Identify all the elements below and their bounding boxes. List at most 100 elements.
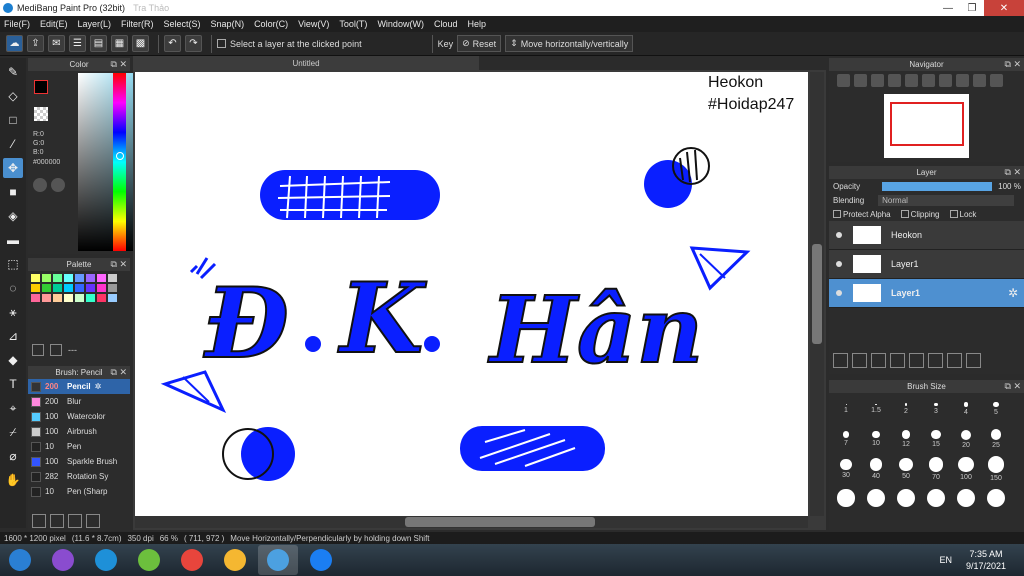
operation-tool-icon[interactable]: ⌖ (3, 398, 23, 418)
bucket-tool-icon[interactable]: ◈ (3, 206, 23, 226)
palette-swatch[interactable] (42, 294, 51, 302)
panel-close-icon[interactable]: ⧉ ✕ (1005, 167, 1021, 178)
menu-window[interactable]: Window(W) (377, 19, 424, 29)
taskbar-visual-studio[interactable] (43, 545, 83, 575)
menu-layer[interactable]: Layer(L) (78, 19, 112, 29)
palette-swatch[interactable] (97, 274, 106, 282)
close-icon[interactable]: ✕ (984, 0, 1024, 16)
new-halftone-layer-icon[interactable] (871, 353, 886, 368)
color-slider-icon[interactable] (51, 178, 65, 192)
brush-size-cell[interactable]: 40 (861, 454, 891, 484)
panel-close-icon[interactable]: ⧉ ✕ (111, 259, 127, 270)
select-tool-icon[interactable]: ⬚ (3, 254, 23, 274)
brush-size-cell[interactable]: 3 (921, 394, 951, 424)
move-tool-icon[interactable]: ✥ (3, 158, 23, 178)
select-eraser-icon[interactable]: ◆ (3, 350, 23, 370)
palette-swatch[interactable] (108, 284, 117, 292)
duplicate-layer-icon[interactable] (928, 353, 943, 368)
palette-swatch[interactable] (42, 284, 51, 292)
clock[interactable]: 7:35 AM 9/17/2021 (966, 548, 1006, 572)
taskbar-green-app[interactable] (129, 545, 169, 575)
palette-swatch[interactable] (108, 274, 117, 282)
clipping-option[interactable]: Clipping (900, 210, 940, 219)
fill-tool-icon[interactable]: ■ (3, 182, 23, 202)
brush-item[interactable]: 10 Pen (28, 439, 130, 454)
lock-checkbox[interactable] (949, 210, 958, 219)
brush-item[interactable]: 10 Pen (Sharp (28, 484, 130, 499)
menu-edit[interactable]: Edit(E) (40, 19, 68, 29)
protect-alpha-checkbox[interactable] (833, 210, 841, 219)
layer-item[interactable]: Layer1 ✲ (829, 279, 1024, 308)
palette-swatch[interactable] (97, 284, 106, 292)
opacity-slider[interactable] (882, 181, 993, 191)
navigator-thumbnail[interactable] (884, 94, 969, 158)
menu-snap[interactable]: Snap(N) (211, 19, 245, 29)
document-icon[interactable]: ▤ (90, 35, 107, 52)
eye-icon[interactable] (836, 290, 842, 296)
menu-select[interactable]: Select(S) (164, 19, 201, 29)
menu-view[interactable]: View(V) (298, 19, 329, 29)
minimize-icon[interactable]: — (936, 0, 960, 16)
hue-knob[interactable] (116, 152, 124, 160)
select-pen-icon[interactable]: ⊿ (3, 326, 23, 346)
saturation-value-box[interactable] (78, 73, 138, 251)
brush-size-cell[interactable]: 5 (981, 394, 1011, 424)
brush-size-cell[interactable]: 12 (891, 424, 921, 454)
cloud-icon[interactable]: ☁ (6, 35, 23, 52)
brush-size-cell[interactable] (861, 484, 891, 514)
blending-select[interactable]: Normal (878, 194, 1015, 206)
add-layer-menu-icon[interactable] (890, 353, 905, 368)
gear-icon[interactable]: ✲ (95, 382, 102, 391)
brush-size-cell[interactable]: 1.5 (861, 394, 891, 424)
brush-size-cell[interactable]: 25 (981, 424, 1011, 454)
select-layer-checkbox[interactable] (217, 39, 226, 48)
redo-icon[interactable]: ↷ (185, 35, 202, 52)
rotate-reset-icon[interactable] (922, 74, 935, 87)
brush-delete-icon[interactable] (86, 514, 100, 528)
eye-icon[interactable] (836, 232, 842, 238)
lock-option[interactable]: Lock (949, 210, 976, 219)
new-color-layer-icon[interactable] (852, 353, 867, 368)
dropper-icon[interactable]: ⌀ (3, 446, 23, 466)
navigator-viewport[interactable] (890, 102, 964, 146)
menu-help[interactable]: Help (467, 19, 486, 29)
brush-size-cell[interactable]: 1 (831, 394, 861, 424)
brush-size-cell[interactable]: 70 (921, 454, 951, 484)
palette-swatch[interactable] (31, 274, 40, 282)
palette-swatch[interactable] (31, 284, 40, 292)
fit-window-icon[interactable] (990, 74, 1003, 87)
palette-swatch[interactable] (64, 284, 73, 292)
brush-size-cell[interactable] (951, 484, 981, 514)
comment-icon[interactable]: ✉ (48, 35, 65, 52)
rotate-left-icon[interactable] (905, 74, 918, 87)
brush-size-cell[interactable] (831, 484, 861, 514)
zoom-out-icon[interactable] (837, 74, 850, 87)
flip-h-icon[interactable] (956, 74, 969, 87)
palette-swatch[interactable] (75, 294, 84, 302)
canvas-tab[interactable]: Untitled (133, 56, 479, 70)
brush-size-cell[interactable]: 15 (921, 424, 951, 454)
menu-filter[interactable]: Filter(R) (121, 19, 154, 29)
menu-tool[interactable]: Tool(T) (339, 19, 367, 29)
palette-swatch[interactable] (53, 274, 62, 282)
layer-item[interactable]: Heokon (829, 221, 1024, 250)
brush-item[interactable]: 100 Airbrush (28, 424, 130, 439)
brush-doc-icon[interactable] (50, 514, 64, 528)
brush-item[interactable]: 100 Sparkle Brush (28, 454, 130, 469)
text-tool-icon[interactable]: T (3, 374, 23, 394)
taskbar-color-app[interactable] (215, 545, 255, 575)
foreground-color-swatch[interactable] (34, 80, 48, 94)
palette-swatch[interactable] (31, 294, 40, 302)
zoom-fit-icon[interactable] (871, 74, 884, 87)
gear-icon[interactable]: ✲ (1008, 286, 1018, 300)
palette-swatch[interactable] (75, 274, 84, 282)
palette-swatch[interactable] (64, 274, 73, 282)
brush-size-cell[interactable]: 2 (891, 394, 921, 424)
folder-icon[interactable] (909, 353, 924, 368)
panel-close-icon[interactable]: ⧉ ✕ (1005, 381, 1021, 392)
move-hv-button[interactable]: ⇕ Move horizontally/vertically (505, 35, 634, 52)
add-brush-icon[interactable] (32, 514, 46, 528)
artboard[interactable]: Đ K Hân Heokon #Hoidap247 (135, 72, 808, 516)
vertical-scrollbar[interactable] (810, 72, 824, 516)
language-indicator[interactable]: EN (939, 555, 952, 565)
